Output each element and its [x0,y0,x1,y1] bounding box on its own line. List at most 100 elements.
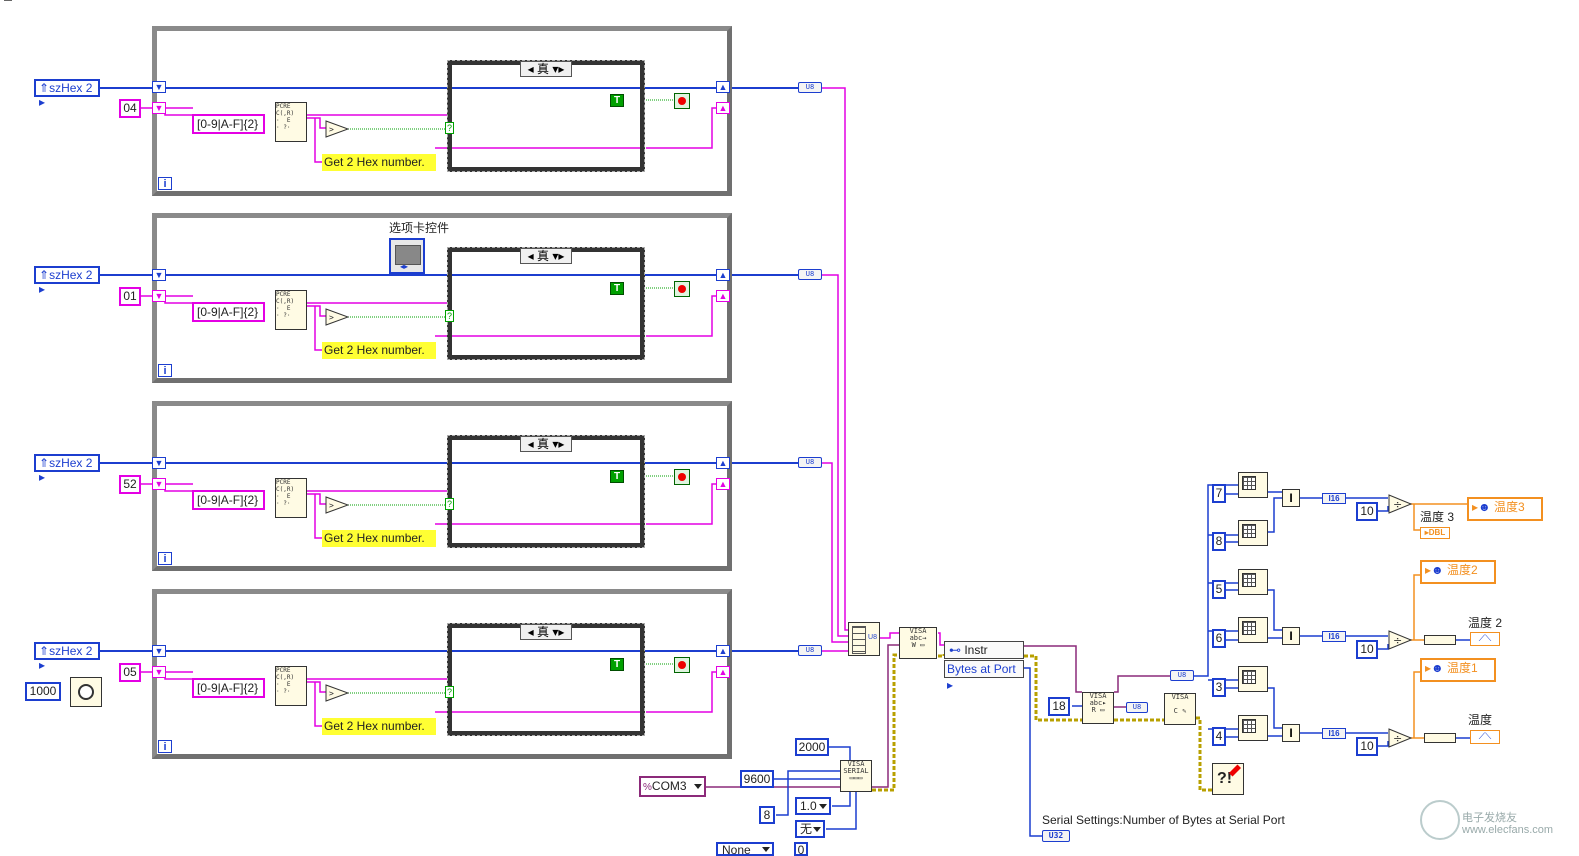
greater-than-node-1[interactable]: > [325,120,349,138]
parity-ring[interactable]: 无 [795,820,825,838]
shift-register-left-blue-2[interactable]: ▼ [152,269,166,281]
read-count-constant[interactable]: 18 [1048,697,1070,716]
case-selector-4[interactable]: ◂ 真 ▾▸ [520,624,572,640]
u8-convert-4[interactable]: U8 [798,645,822,656]
shift-register-right-blue-1[interactable]: ▲ [716,81,730,93]
string-constant-2[interactable]: 01 [119,287,141,306]
case-selector-2[interactable]: ◂ 真 ▾▸ [520,248,572,264]
divisor-constant-2[interactable]: 10 [1356,640,1378,659]
divide-node-3[interactable]: ÷ [1388,728,1412,748]
shift-register-left-blue-3[interactable]: ▼ [152,457,166,469]
property-node-bytes-at-port[interactable]: Bytes at Port ▸ [944,660,1024,692]
local-variable-temp3[interactable]: ▸☻ 温度3 [1467,497,1543,521]
wait-ms-constant[interactable]: 1000 [25,682,61,701]
join-numbers-node-2[interactable]: I [1282,627,1300,645]
match-regex-node-4[interactable]: PCRE C(,R) · E · ?· [275,666,307,706]
true-constant-2[interactable]: T [610,282,624,295]
match-regex-node-1[interactable]: PCRE C(,R) · E · ?· [275,102,307,142]
dbl-indicator-temp3[interactable]: ▸DBL [1420,527,1450,539]
loop-condition-stop-1[interactable] [674,93,690,109]
loop-condition-stop-2[interactable] [674,281,690,297]
i16-convert-1[interactable]: I16 [1322,493,1346,504]
shift-register-left-blue-1[interactable]: ▼ [152,81,166,93]
greater-than-node-4[interactable]: > [325,684,349,702]
divide-node-2[interactable]: ÷ [1388,630,1412,650]
u8-convert-3[interactable]: U8 [798,457,822,468]
index-array-node-4[interactable] [1238,617,1268,643]
while-loop-1[interactable] [152,26,732,196]
loop-condition-stop-3[interactable] [674,469,690,485]
greater-than-node-2[interactable]: > [325,308,349,326]
local-variable-temp1[interactable]: ▸☻ 温度1 [1420,658,1496,682]
index-array-node-5[interactable] [1238,666,1268,692]
while-loop-3[interactable] [152,401,732,571]
property-node-class[interactable]: ⊷ Instr [944,641,1024,659]
while-loop-2[interactable] [152,213,732,383]
visa-write-node[interactable]: VISA abc→ W ▭ [899,627,937,659]
index-array-node-2[interactable] [1238,520,1268,546]
shift-register-left-pink-3[interactable]: ▼ [152,478,166,490]
shift-register-left-blue-4[interactable]: ▼ [152,645,166,657]
match-regex-node-2[interactable]: PCRE C(,R) · E · ?· [275,290,307,330]
u8-convert-2[interactable]: U8 [798,269,822,280]
divisor-constant-1[interactable]: 10 [1356,502,1378,521]
string-constant-1[interactable]: 04 [119,99,141,118]
join-numbers-node-3[interactable]: I [1282,724,1300,742]
shift-register-left-pink-1[interactable]: ▼ [152,102,166,114]
shift-register-right-pink-1[interactable]: ▲ [716,102,730,114]
divisor-constant-3[interactable]: 10 [1356,737,1378,756]
regex-constant-2[interactable]: [0-9|A-F]{2} [192,302,265,322]
stop-bits-ring[interactable]: 1.0 [795,797,831,815]
case-selector-3[interactable]: ◂ 真 ▾▸ [520,436,572,452]
i16-convert-2[interactable]: I16 [1322,631,1346,642]
regex-constant-3[interactable]: [0-9|A-F]{2} [192,490,265,510]
visa-serial-config-node[interactable]: VISA SERIAL ▭▭▭ [840,760,872,792]
data-bits-constant[interactable]: 8 [759,806,775,824]
string-constant-3[interactable]: 52 [119,475,141,494]
tab-control-terminal[interactable]: ◂▸ [389,238,425,274]
szhex-control-2[interactable]: ⇑szHex 2 ▸ [34,266,100,296]
while-loop-4[interactable] [152,589,732,759]
visa-read-node[interactable]: VISA abc▸ R ▭ [1082,692,1114,724]
local-variable-temp2[interactable]: ▸☻ 温度2 [1420,560,1496,584]
u8-convert-1[interactable]: U8 [798,82,822,93]
bundle-node-2[interactable] [1424,635,1456,645]
visa-resource-control[interactable]: %COM3 [639,776,706,797]
index-constant-8[interactable]: 8 [1212,532,1226,551]
flow-extra-constant[interactable]: 0 [794,842,808,856]
join-numbers-node-1[interactable]: I [1282,489,1300,507]
true-constant-3[interactable]: T [610,470,624,483]
waveform-chart-temp1[interactable]: ⟋⟍ [1470,730,1500,744]
true-constant-1[interactable]: T [610,94,624,107]
shift-register-left-pink-4[interactable]: ▼ [152,666,166,678]
szhex-control-3[interactable]: ⇑szHex 2 ▸ [34,454,100,484]
bundle-node-1[interactable] [1424,733,1456,743]
wait-ms-node[interactable] [70,677,102,707]
index-constant-3[interactable]: 3 [1212,678,1226,697]
error-handler-node[interactable]: ?! [1212,763,1244,795]
greater-than-node-3[interactable]: > [325,496,349,514]
index-constant-6[interactable]: 6 [1212,629,1226,648]
index-constant-4[interactable]: 4 [1212,727,1226,746]
string-constant-4[interactable]: 05 [119,663,141,682]
szhex-control-4[interactable]: ⇑szHex 2 ▸ [34,642,100,672]
szhex-control-1[interactable]: ⇑szHex 2 ▸ [34,79,100,109]
waveform-chart-temp2[interactable]: ⟋⟍ [1470,632,1500,646]
shift-register-right-pink-4[interactable]: ▲ [716,666,730,678]
true-constant-4[interactable]: T [610,658,624,671]
timeout-constant[interactable]: 2000 [795,738,829,756]
shift-register-right-blue-4[interactable]: ▲ [716,645,730,657]
shift-register-right-blue-3[interactable]: ▲ [716,457,730,469]
index-constant-5[interactable]: 5 [1212,580,1226,599]
index-array-node-6[interactable] [1238,715,1268,741]
index-array-node-3[interactable] [1238,569,1268,595]
visa-close-node[interactable]: VISA C ✎ [1164,693,1196,725]
shift-register-right-pink-3[interactable]: ▲ [716,478,730,490]
baud-constant[interactable]: 9600 [740,770,774,788]
regex-constant-1[interactable]: [0-9|A-F]{2} [192,114,265,134]
shift-register-right-pink-2[interactable]: ▲ [716,290,730,302]
build-array-node[interactable]: U8 [848,622,880,656]
match-regex-node-3[interactable]: PCRE C(,R) · E · ?· [275,478,307,518]
divide-node-1[interactable]: ÷ [1388,494,1412,514]
flow-control-ring[interactable]: None [716,842,774,856]
